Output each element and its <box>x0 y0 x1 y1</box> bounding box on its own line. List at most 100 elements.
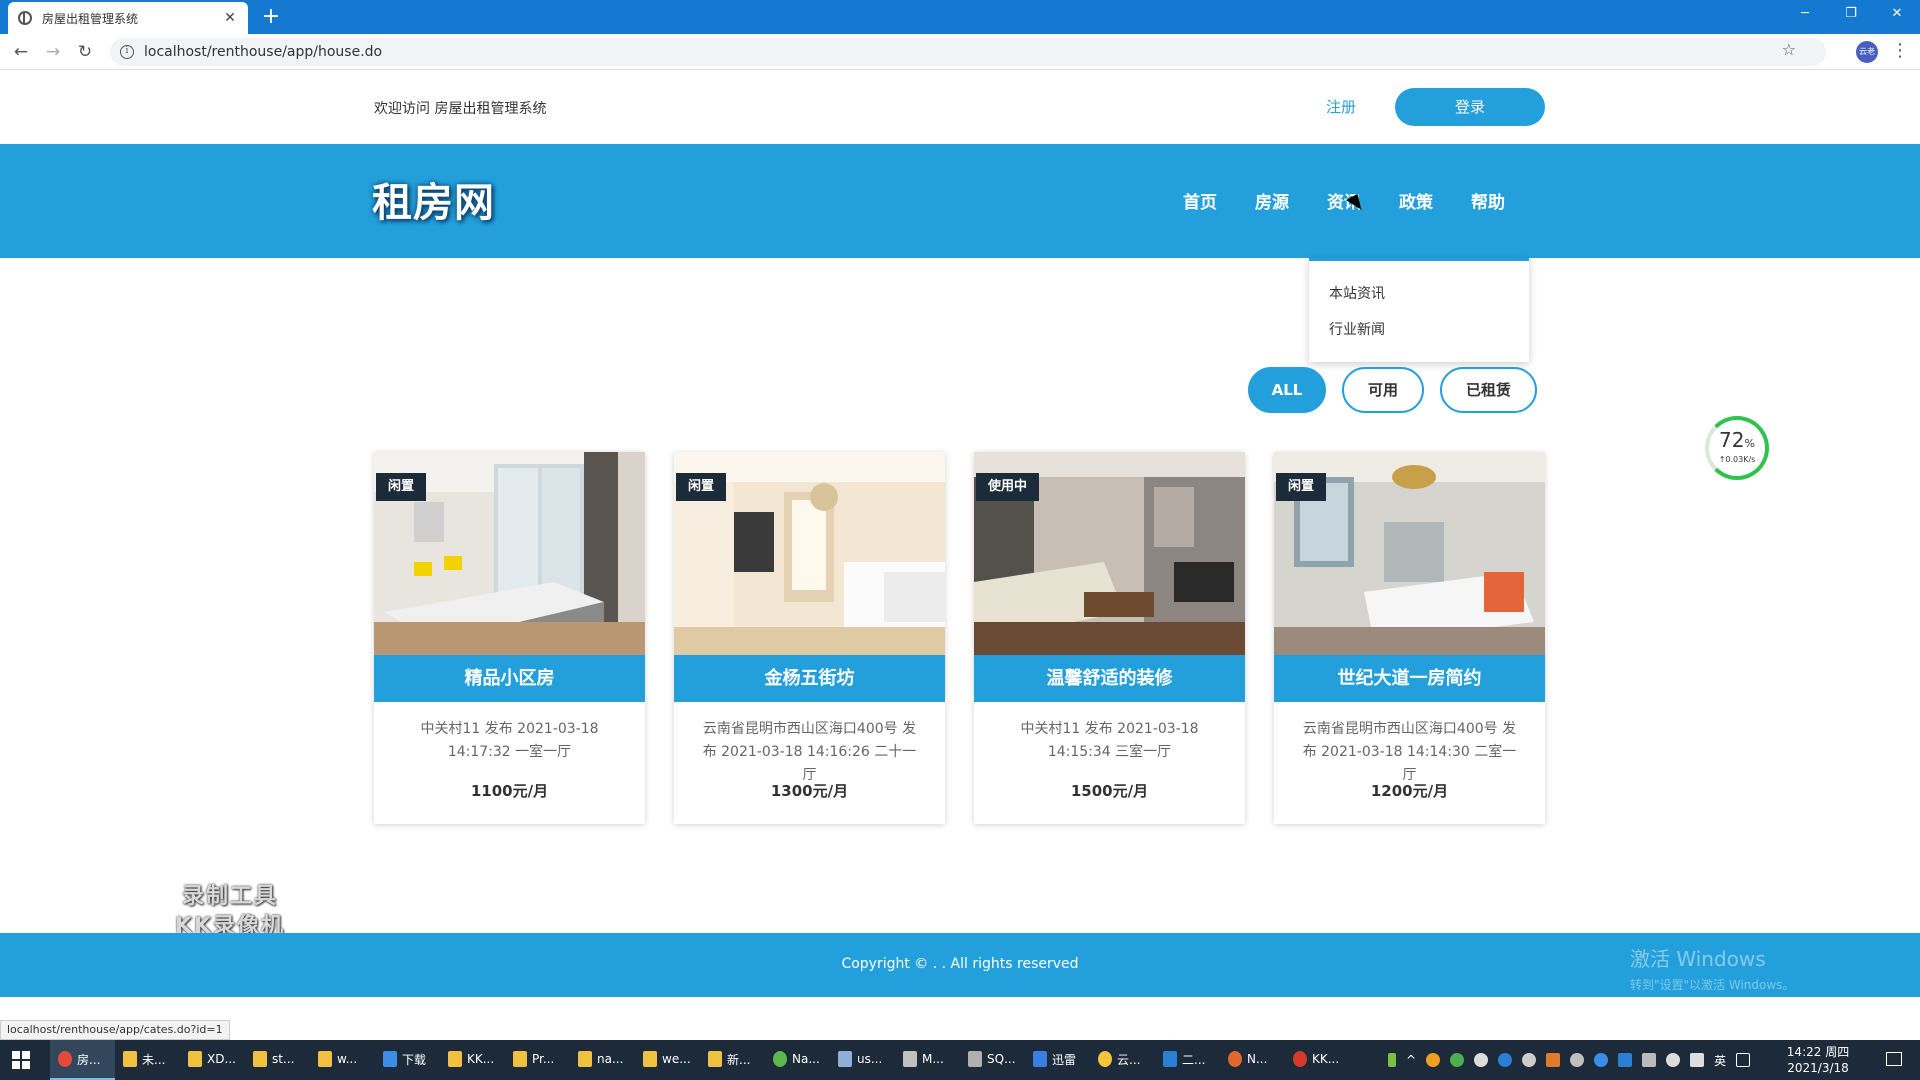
folder-icon <box>123 1051 137 1067</box>
tray-app-icon[interactable] <box>1570 1053 1585 1067</box>
taskbar-app[interactable]: st... <box>245 1040 310 1080</box>
taskbar-app[interactable]: 下载 <box>375 1040 440 1080</box>
login-button[interactable]: 登录 <box>1395 88 1545 126</box>
house-photo[interactable]: 闲置 <box>1274 452 1545 655</box>
house-description: 中关村11 发布 2021-03-18 14:15:34 三室一厅 <box>1020 721 1199 760</box>
folder-icon <box>448 1051 462 1067</box>
taskbar-app[interactable]: na... <box>570 1040 635 1080</box>
filter-rented-button[interactable]: 已租赁 <box>1440 367 1537 413</box>
taskbar-app[interactable]: SQ... <box>960 1040 1025 1080</box>
house-photo[interactable]: 闲置 <box>374 452 645 655</box>
folder-icon <box>253 1051 267 1067</box>
tray-app-icon[interactable] <box>1426 1053 1441 1067</box>
house-photo[interactable]: 使用中 <box>974 452 1245 655</box>
house-description: 云南省昆明市西山区海口400号 发布 2021-03-18 14:16:26 二… <box>702 721 917 783</box>
tray-app-icon[interactable] <box>1594 1053 1609 1067</box>
battery-icon[interactable] <box>1388 1053 1396 1067</box>
taskbar-app[interactable]: KK... <box>1285 1040 1350 1080</box>
forward-arrow-icon[interactable]: → <box>40 40 66 64</box>
taskbar-app[interactable]: 二... <box>1155 1040 1220 1080</box>
browser-menu-icon[interactable]: ⋮ <box>1890 40 1910 61</box>
tray-app-icon[interactable] <box>1522 1053 1537 1067</box>
taskbar-app[interactable]: Pr... <box>505 1040 570 1080</box>
taskbar-app[interactable]: M... <box>895 1040 960 1080</box>
keyboard-grid-icon[interactable] <box>1736 1053 1751 1067</box>
taskbar-app[interactable]: 房... <box>50 1040 115 1080</box>
news-dropdown-menu: 本站资讯 行业新闻 <box>1309 258 1529 362</box>
nav-item-help[interactable]: 帮助 <box>1471 188 1543 213</box>
wifi-icon[interactable] <box>1666 1053 1681 1067</box>
house-card[interactable]: 闲置 精品小区房 中关村11 发布 2021-03-18 14:17:32 一室… <box>374 452 645 824</box>
show-hidden-icons-chevron-icon[interactable]: ^ <box>1406 1053 1416 1067</box>
taskbar-app[interactable]: 迅雷 <box>1025 1040 1090 1080</box>
house-card[interactable]: 闲置 世纪大道一房简约 云南省昆明市西山区海口400号 发布 2021-03-1… <box>1274 452 1545 824</box>
nav-item-home[interactable]: 首页 <box>1183 188 1255 213</box>
taskbar-clock[interactable]: 14:22 周四 2021/3/18 <box>1782 1044 1854 1076</box>
nav-item-news[interactable]: 资讯 <box>1327 188 1399 213</box>
site-header: 租房网 首页 房源 资讯 政策 帮助 <box>0 144 1920 258</box>
filter-available-button[interactable]: 可用 <box>1342 367 1424 413</box>
house-title[interactable]: 金杨五街坊 <box>674 655 945 702</box>
new-tab-button[interactable]: + <box>258 4 284 30</box>
network-speed-widget[interactable]: 72% ↑0.03K/s <box>1705 416 1769 480</box>
windows-start-icon[interactable] <box>12 1051 30 1069</box>
ime-indicator[interactable]: 英 <box>1714 1052 1726 1069</box>
profile-avatar[interactable]: 云老 <box>1856 41 1878 63</box>
tray-app-icon[interactable] <box>1498 1053 1513 1067</box>
taskbar-app[interactable]: KK... <box>440 1040 505 1080</box>
restore-button[interactable]: ❐ <box>1828 0 1874 30</box>
browser-tabstrip: 房屋出租管理系统 ✕ + ─ ❐ ✕ <box>0 0 1920 34</box>
bell-icon[interactable] <box>1474 1053 1489 1067</box>
register-link[interactable]: 注册 <box>1326 96 1356 117</box>
taskbar-app[interactable]: we... <box>635 1040 700 1080</box>
address-bar[interactable]: i localhost/renthouse/app/house.do ☆ <box>110 38 1826 66</box>
browser-tab[interactable]: 房屋出租管理系统 ✕ <box>8 2 248 34</box>
close-window-button[interactable]: ✕ <box>1874 0 1920 30</box>
info-icon[interactable]: i <box>120 45 134 59</box>
bookmark-star-icon[interactable]: ☆ <box>1782 40 1796 59</box>
back-arrow-icon[interactable]: ← <box>8 40 34 64</box>
network-icon[interactable] <box>1642 1053 1657 1067</box>
status-badge: 闲置 <box>376 473 427 501</box>
dropdown-item-industry-news[interactable]: 行业新闻 <box>1329 319 1385 339</box>
taskbar-app[interactable]: XD... <box>180 1040 245 1080</box>
speed-rate: ↑0.03K/s <box>1718 455 1756 464</box>
notification-center-icon[interactable] <box>1886 1052 1902 1066</box>
tray-app-icon[interactable] <box>1618 1053 1633 1067</box>
close-tab-icon[interactable]: ✕ <box>222 10 238 26</box>
speed-unit: % <box>1744 437 1755 450</box>
house-card[interactable]: 使用中 温馨舒适的装修 中关村11 发布 2021-03-18 14:15:34… <box>974 452 1245 824</box>
vscode-icon <box>1163 1051 1177 1067</box>
tray-app-icon[interactable] <box>1546 1053 1561 1067</box>
taskbar-app[interactable]: 新... <box>700 1040 765 1080</box>
nav-item-listings[interactable]: 房源 <box>1255 188 1327 213</box>
tray-app-icon[interactable] <box>1450 1053 1465 1067</box>
minimize-button[interactable]: ─ <box>1782 0 1828 30</box>
volume-icon[interactable] <box>1690 1053 1705 1067</box>
taskbar-app[interactable]: 未... <box>115 1040 180 1080</box>
taskbar-app[interactable]: us... <box>830 1040 895 1080</box>
house-photo[interactable]: 闲置 <box>674 452 945 655</box>
download-icon <box>383 1051 397 1067</box>
windows-activation-notice: 激活 Windows 转到"设置"以激活 Windows。 <box>1630 943 1794 993</box>
site-logo[interactable]: 租房网 <box>372 170 495 228</box>
site-footer: Copyright © . . All rights reserved 激活 W… <box>0 933 1920 997</box>
house-description: 中关村11 发布 2021-03-18 14:17:32 一室一厅 <box>420 721 599 760</box>
taskbar-app[interactable]: 云... <box>1090 1040 1155 1080</box>
house-title[interactable]: 温馨舒适的装修 <box>974 655 1245 702</box>
app-icon <box>1228 1051 1242 1067</box>
taskbar-app[interactable]: w... <box>310 1040 375 1080</box>
system-tray: ^ 英 <box>1388 1040 1751 1080</box>
reload-icon[interactable]: ↻ <box>72 40 98 64</box>
dropdown-item-site-news[interactable]: 本站资讯 <box>1329 283 1385 303</box>
filter-all-button[interactable]: ALL <box>1248 367 1326 413</box>
house-title[interactable]: 世纪大道一房简约 <box>1274 655 1545 702</box>
status-filter-group: ALL 可用 已租赁 <box>1248 367 1537 413</box>
taskbar-app[interactable]: Na... <box>765 1040 830 1080</box>
house-title[interactable]: 精品小区房 <box>374 655 645 702</box>
nav-item-policy[interactable]: 政策 <box>1399 188 1471 213</box>
folder-icon <box>643 1051 657 1067</box>
taskbar-app[interactable]: N... <box>1220 1040 1285 1080</box>
house-card[interactable]: 闲置 金杨五街坊 云南省昆明市西山区海口400号 发布 2021-03-18 1… <box>674 452 945 824</box>
tools-icon <box>968 1051 982 1067</box>
